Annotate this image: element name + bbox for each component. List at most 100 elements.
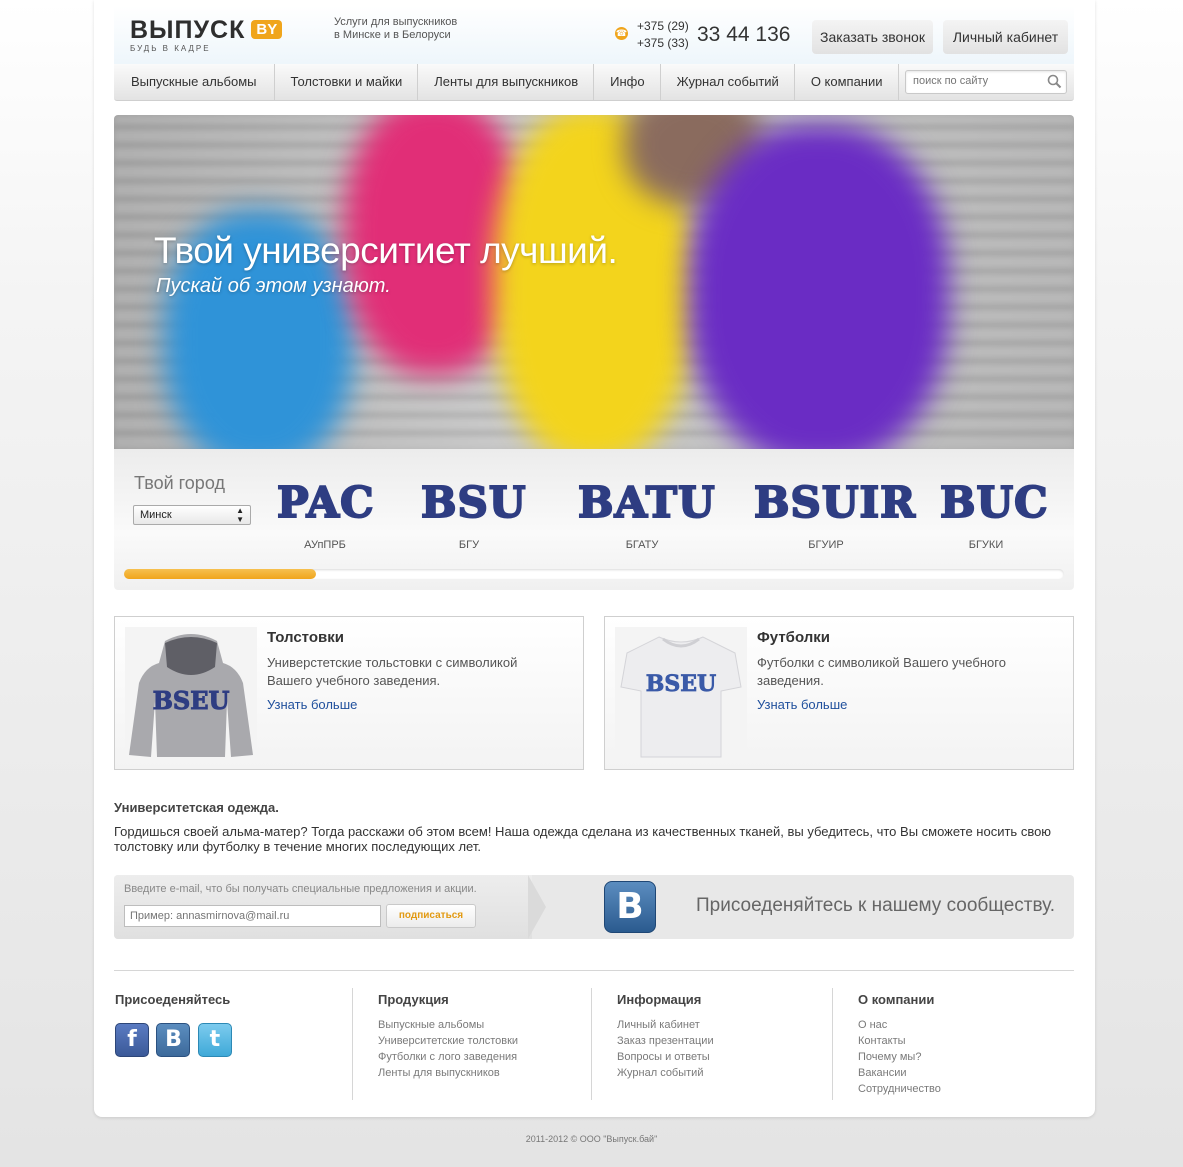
university-name: БГАТУ <box>625 539 659 551</box>
phone-code-1: +375 (29) <box>637 19 689 33</box>
order-call-button[interactable]: Заказать звонок <box>812 20 933 54</box>
footer-link[interactable]: Журнал событий <box>617 1065 714 1081</box>
footer-link[interactable]: Ленты для выпускников <box>378 1065 518 1081</box>
about-text: Гордишься своей альма-матер? Тогда расск… <box>114 824 1052 854</box>
footer-link[interactable]: Почему мы? <box>858 1049 941 1065</box>
footer-link[interactable]: Университетские толстовки <box>378 1033 518 1049</box>
city-selector-panel: Твой город Минск ▲ ▼ PAC АУпПРБ BSU БГУ B… <box>114 449 1074 590</box>
logo-text: ВЫПУСК <box>130 16 246 44</box>
copyright: 2011-2012 © ООО "Выпуск.бай" <box>525 1134 658 1144</box>
product-title: Футболки <box>757 629 830 646</box>
hero-person-purple <box>689 125 949 449</box>
subscribe-bar: Введите e-mail, что бы получать специаль… <box>114 875 1074 939</box>
logo[interactable]: ВЫПУСК BY БУДЬ В КАДРЕ <box>130 16 283 53</box>
city-label: Твой город <box>134 473 225 493</box>
learn-more-link[interactable]: Узнать больше <box>267 697 357 712</box>
product-description: Футболки с символикой Вашего учебного за… <box>757 655 1006 688</box>
university-name: БГУКИ <box>968 539 1004 551</box>
footer-social-heading: Присоеденяйтесь <box>115 992 231 1007</box>
nav-item-ribbons[interactable]: Ленты для выпускников <box>418 64 595 100</box>
footer-company-column: О компании О нас Контакты Почему мы? Вак… <box>858 992 941 1097</box>
header: ВЫПУСК BY БУДЬ В КАДРЕ Услуги для выпускн… <box>114 6 1074 64</box>
hero-title: Твой университиет лучший. <box>154 230 618 271</box>
hero-subtitle: Пускай об этом узнают. <box>156 275 391 297</box>
university-logo: BSU <box>420 478 527 528</box>
footer-social-column: Присоеденяйтесь f B t <box>115 992 235 1057</box>
footer-link[interactable]: Заказ презентации <box>617 1033 714 1049</box>
footer-link[interactable]: Контакты <box>858 1033 941 1049</box>
email-input[interactable] <box>124 905 381 927</box>
university-logo: BSUIR <box>753 478 917 528</box>
main-nav: Выпускные альбомы Толстовки и майки Лент… <box>114 64 1074 101</box>
city-select-value: Минск <box>140 509 172 521</box>
nav-item-info[interactable]: Инфо <box>594 64 661 100</box>
footer-products-column: Продукция Выпускные альбомы Университетс… <box>378 992 518 1081</box>
nav-item-hoodies[interactable]: Толстовки и майки <box>275 64 419 100</box>
search-input[interactable] <box>906 71 1038 91</box>
footer-info-column: Информация Личный кабинет Заказ презента… <box>617 992 714 1081</box>
footer-link[interactable]: Сотрудничество <box>858 1081 941 1097</box>
search-box <box>905 70 1067 94</box>
university-pac[interactable]: PAC АУпПРБ <box>276 478 375 552</box>
logo-badge: BY <box>251 20 283 39</box>
footer-column-heading: Информация <box>617 992 702 1007</box>
subscribe-prompt: Введите e-mail, что бы получать специаль… <box>124 883 477 895</box>
search-icon[interactable] <box>1047 74 1062 89</box>
join-community-text: Присоеденяйтесь к нашему сообществу. <box>696 895 1056 916</box>
subscribe-button[interactable]: подписаться <box>386 904 476 928</box>
university-name: АУпПРБ <box>304 539 346 551</box>
vk-icon[interactable]: B <box>156 1023 191 1057</box>
about-heading: Университетская одежда. <box>114 800 279 815</box>
phone-icon: ☎ <box>615 27 628 40</box>
logo-tagline: БУДЬ В КАДРЕ <box>130 44 211 53</box>
city-select[interactable]: Минск ▲ ▼ <box>133 505 251 525</box>
university-logo: BATU <box>577 478 716 528</box>
product-tshirts: BSEU Футболки Футболки с символикой Ваше… <box>604 616 1074 770</box>
nav-item-company[interactable]: О компании <box>795 64 899 100</box>
hoodie-print-text: BSEU <box>153 686 230 715</box>
footer-separator <box>352 988 353 1100</box>
product-description: Универстетские тольстовки с символикой В… <box>267 655 518 688</box>
facebook-icon[interactable]: f <box>115 1023 149 1057</box>
university-scrollbar[interactable] <box>124 569 1064 579</box>
hero-banner: Твой университиет лучший. Пускай об этом… <box>114 115 1074 449</box>
university-bsu[interactable]: BSU БГУ <box>420 478 527 552</box>
university-bsuir[interactable]: BSUIR БГУИР <box>753 478 917 552</box>
social-icons: f B t <box>115 1023 235 1057</box>
hoodie-image: BSEU <box>125 627 257 759</box>
twitter-icon[interactable]: t <box>197 1023 232 1057</box>
footer-link[interactable]: О нас <box>858 1017 941 1033</box>
subscribe-arrow-divider <box>528 875 546 939</box>
footer-link[interactable]: Вакансии <box>858 1065 941 1081</box>
nav-item-albums[interactable]: Выпускные альбомы <box>114 64 275 100</box>
phone-codes: +375 (29) +375 (33) <box>637 18 689 52</box>
nav-item-events[interactable]: Журнал событий <box>661 64 795 100</box>
university-logo: PAC <box>276 478 375 528</box>
cabinet-button[interactable]: Личный кабинет <box>943 20 1068 54</box>
vk-community-icon[interactable]: B <box>604 881 656 933</box>
university-buc[interactable]: BUC БГУКИ <box>939 478 1049 552</box>
footer-column-heading: Продукция <box>378 992 449 1007</box>
tshirt-image: BSEU <box>615 627 747 759</box>
footer-link[interactable]: Вопросы и ответы <box>617 1049 714 1065</box>
university-name: БГУИР <box>808 539 844 551</box>
footer-column-heading: О компании <box>858 992 935 1007</box>
product-title: Толстовки <box>267 629 344 646</box>
product-hoodies: BSEU Толстовки Универстетские тольстовки… <box>114 616 584 770</box>
page-container: ВЫПУСК BY БУДЬ В КАДРЕ Услуги для выпускн… <box>94 0 1095 1117</box>
university-name: БГУ <box>458 539 480 551</box>
footer-link[interactable]: Выпускные альбомы <box>378 1017 518 1033</box>
services-line-1: Услуги для выпускников <box>334 16 458 28</box>
university-batu[interactable]: BATU БГАТУ <box>577 478 716 552</box>
services-line-2: в Минске и в Белоруси <box>334 29 451 41</box>
select-arrows-icon: ▲ ▼ <box>236 506 244 524</box>
footer-link[interactable]: Личный кабинет <box>617 1017 714 1033</box>
phone-number: 33 44 136 <box>697 23 791 46</box>
footer-separator <box>591 988 592 1100</box>
footer-link[interactable]: Футболки с лого заведения <box>378 1049 518 1065</box>
phone-code-2: +375 (33) <box>637 36 689 50</box>
learn-more-link[interactable]: Узнать больше <box>757 697 847 712</box>
footer-separator <box>832 988 833 1100</box>
footer-divider <box>114 970 1074 971</box>
scrollbar-thumb[interactable] <box>124 569 316 579</box>
